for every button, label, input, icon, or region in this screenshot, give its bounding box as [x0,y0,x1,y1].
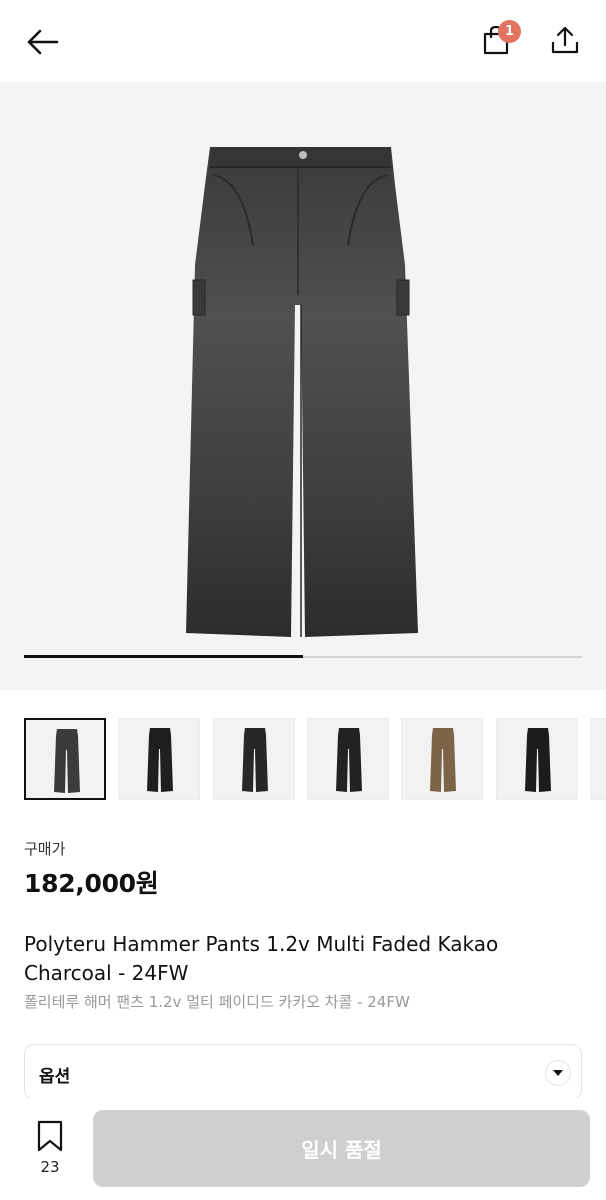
cart-count-badge: 1 [498,20,521,43]
thumbnail-item[interactable] [306,718,389,800]
thumbnail-item[interactable] [495,718,578,800]
option-label: 옵션 [39,1067,71,1087]
option-select[interactable]: 옵션 [24,1044,582,1100]
thumbnail-item[interactable] [118,718,201,800]
caret-down-icon [545,1060,571,1086]
thumbnail-item[interactable] [401,718,484,800]
back-button[interactable] [20,20,64,64]
bottom-action-bar: 23 일시 품절 [0,1098,606,1200]
thumbnail-image [430,728,457,792]
product-photo [186,147,418,637]
thumbnail-strip[interactable] [0,718,606,804]
product-title: Polyteru Hammer Pants 1.2v Multi Faded K… [24,932,499,985]
thumbnail-image [524,728,551,792]
share-button[interactable] [543,18,587,62]
image-progress-track [24,655,582,658]
share-upload-icon [551,26,579,54]
product-subtitle-korean: 폴리테루 해머 팬츠 1.2v 멀티 페이디드 카카오 차콜 - 24FW [24,993,410,1011]
thumbnail-image [147,728,174,792]
image-progress-fill [24,655,303,658]
soldout-button[interactable]: 일시 품절 [93,1110,590,1187]
bookmark-button[interactable]: 23 [24,1116,76,1184]
thumbnail-item[interactable] [212,718,295,800]
bookmark-count: 23 [40,1158,60,1176]
bookmark-icon [37,1120,63,1152]
arrow-left-icon [27,29,59,55]
top-bar: 1 [0,0,606,82]
price-label: 구매가 [24,840,66,858]
thumbnail-image [335,728,362,792]
thumbnail-item[interactable] [589,718,606,800]
thumbnail-image [54,729,80,793]
thumbnail-image [241,728,268,792]
thumbnail-item[interactable] [24,718,106,800]
product-image-gallery[interactable] [0,82,606,690]
price-value: 182,000원 [24,869,159,898]
